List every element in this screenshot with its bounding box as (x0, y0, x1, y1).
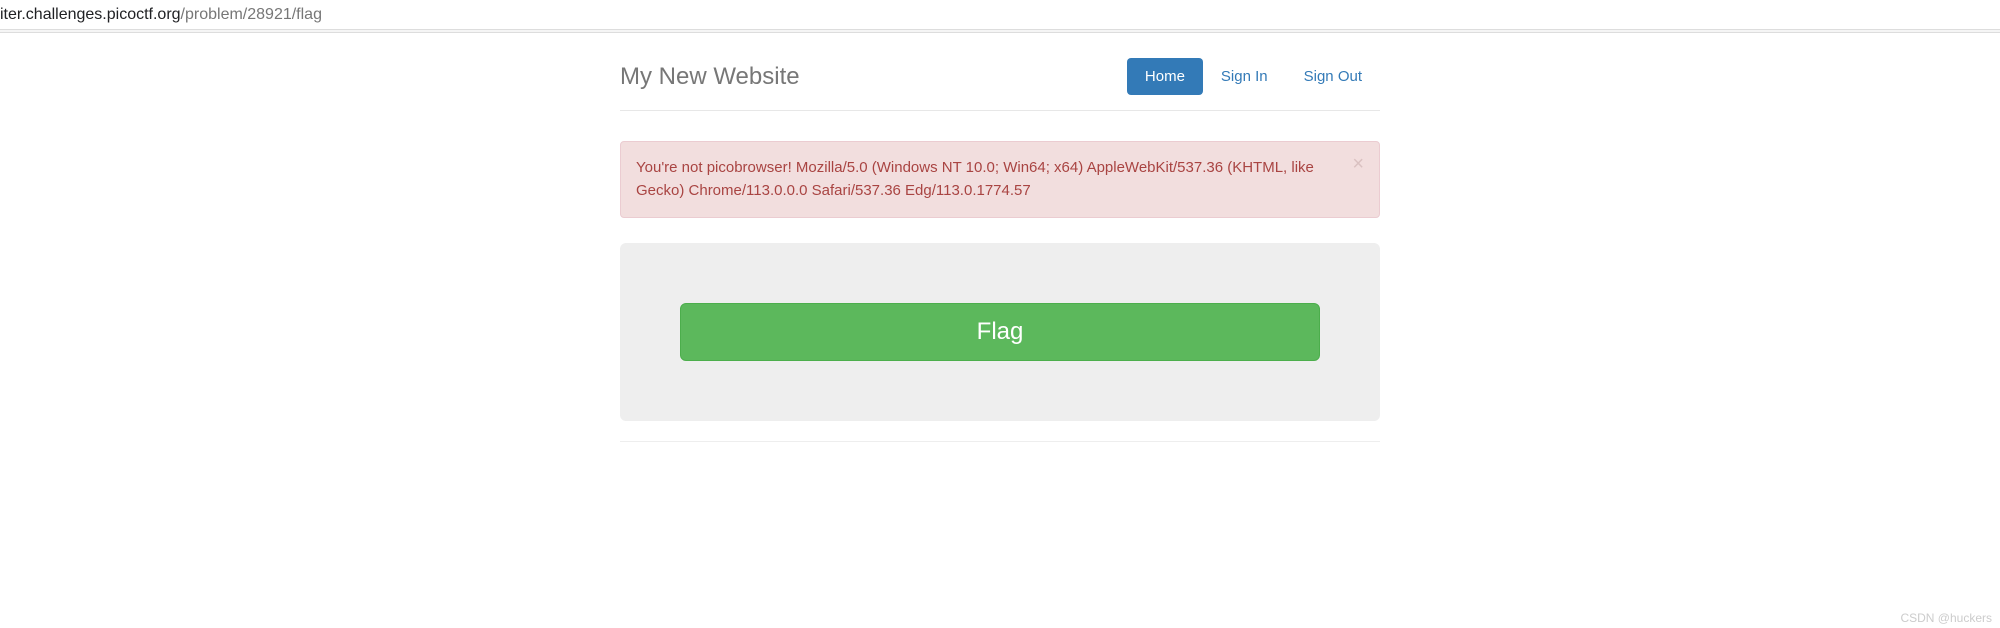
watermark: CSDN @huckers (1900, 611, 1992, 625)
flag-button[interactable]: Flag (680, 303, 1320, 361)
navbar: My New Website Home Sign In Sign Out (620, 43, 1380, 111)
nav-items: Home Sign In Sign Out (1127, 58, 1380, 95)
url-path: /problem/28921/flag (181, 6, 322, 24)
nav-home[interactable]: Home (1127, 58, 1203, 95)
close-icon[interactable]: × (1352, 154, 1364, 174)
nav-signin[interactable]: Sign In (1203, 58, 1286, 95)
alert-message: You're not picobrowser! Mozilla/5.0 (Win… (636, 159, 1314, 199)
navbar-brand[interactable]: My New Website (620, 63, 800, 91)
nav-signout[interactable]: Sign Out (1286, 58, 1380, 95)
alert-banner: You're not picobrowser! Mozilla/5.0 (Win… (620, 141, 1380, 218)
browser-url-bar[interactable]: iter.challenges.picoctf.org/problem/2892… (0, 0, 2000, 30)
url-domain: iter.challenges.picoctf.org (0, 6, 181, 24)
divider (620, 441, 1380, 442)
jumbotron: Flag (620, 243, 1380, 421)
page-container: My New Website Home Sign In Sign Out You… (620, 33, 1380, 442)
